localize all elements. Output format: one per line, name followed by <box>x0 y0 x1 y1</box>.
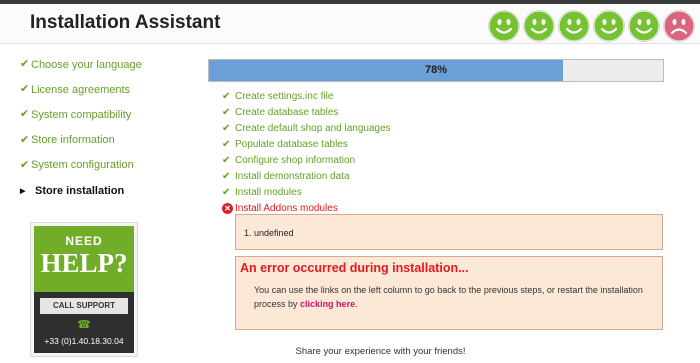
current-step-icon: ▶ <box>20 187 26 195</box>
smiley-happy-icon <box>593 10 625 42</box>
smiley-happy-icon <box>558 10 590 42</box>
check-icon: ✔ <box>222 170 231 182</box>
help-banner[interactable]: NEED HELP? CALL SUPPORT ☎ +33 (0)1.40.18… <box>30 222 138 357</box>
smiley-sad-icon <box>663 10 695 42</box>
task-item: ✔ Populate database tables <box>222 136 662 152</box>
restart-installation-link[interactable]: clicking here <box>300 299 355 309</box>
help-need-text: NEED <box>65 234 103 248</box>
mood-indicators <box>488 10 695 42</box>
task-label: Create database tables <box>235 106 339 118</box>
error-details: 1. undefined <box>235 214 663 250</box>
step-sidebar: ✔ Choose your language ✔ License agreements… <box>20 52 200 203</box>
task-list: ✔ Create settings.inc file ✔ Create databas… <box>222 88 662 216</box>
sidebar-step: ✔ System compatibility <box>20 102 200 127</box>
sidebar-step: ✔ Store information <box>20 128 200 153</box>
help-help-text: HELP? <box>40 248 128 278</box>
check-icon: ✔ <box>222 138 231 150</box>
sidebar-step: ✔ Choose your language <box>20 52 200 77</box>
phone-icon: ☎ <box>77 319 91 331</box>
task-label: Configure shop information <box>235 154 356 166</box>
check-icon: ✔ <box>222 154 231 166</box>
task-item: ✔ Create database tables <box>222 104 662 120</box>
check-icon: ✔ <box>222 186 231 198</box>
sidebar-step-label: System configuration <box>31 159 134 172</box>
task-label: Install Addons modules <box>235 202 338 214</box>
task-item: ✔ Install demonstration data <box>222 168 662 184</box>
check-icon: ✔ <box>20 108 30 121</box>
smiley-happy-icon <box>488 10 520 42</box>
sidebar-step-label: System compatibility <box>31 108 132 121</box>
task-item: ✔ Create default shop and languages <box>222 120 662 136</box>
check-icon: ✔ <box>20 83 30 96</box>
sidebar-step-label: Store installation <box>35 184 125 197</box>
check-icon: ✔ <box>20 58 30 71</box>
task-item: ✔ Install modules <box>222 184 662 200</box>
sidebar-step-label: Store information <box>31 134 115 147</box>
check-icon: ✔ <box>222 122 231 134</box>
check-icon: ✔ <box>222 90 231 102</box>
help-banner-inner: NEED HELP? CALL SUPPORT ☎ +33 (0)1.40.18… <box>34 226 134 353</box>
task-item: ✔ Configure shop information <box>222 152 662 168</box>
sidebar-step: ▶ Store installation <box>20 178 200 203</box>
error-icon: ✕ <box>222 202 233 214</box>
progress-bar: 78% <box>208 59 664 82</box>
call-support-label: CALL SUPPORT <box>40 298 128 314</box>
sidebar-step-label: Choose your language <box>31 58 142 71</box>
task-label: Install demonstration data <box>235 170 350 182</box>
support-phone-number: +33 (0)1.40.18.30.04 <box>44 336 124 346</box>
sidebar-step-label: License agreements <box>31 83 131 96</box>
sidebar-step: ✔ System configuration <box>20 153 200 178</box>
task-item: ✔ Create settings.inc file <box>222 88 662 104</box>
smiley-happy-icon <box>628 10 660 42</box>
check-icon: ✔ <box>20 133 30 146</box>
progress-label: 78% <box>424 64 448 76</box>
error-message-end: . <box>355 299 358 309</box>
check-icon: ✔ <box>222 106 231 118</box>
check-icon: ✔ <box>20 158 30 171</box>
error-message: You can use the links on the left column… <box>240 283 658 311</box>
task-label: Install modules <box>235 186 302 198</box>
page-title: Installation Assistant <box>30 12 221 33</box>
error-box: An error occurred during installation...… <box>235 256 663 330</box>
smiley-happy-icon <box>523 10 555 42</box>
share-text: Share your experience with your friends! <box>295 346 466 357</box>
task-label: Populate database tables <box>235 138 348 150</box>
error-title: An error occurred during installation... <box>240 261 469 275</box>
error-list-item: 1. undefined <box>244 228 294 238</box>
task-label: Create settings.inc file <box>235 90 334 102</box>
task-label: Create default shop and languages <box>235 122 391 134</box>
sidebar-step: ✔ License agreements <box>20 77 200 102</box>
